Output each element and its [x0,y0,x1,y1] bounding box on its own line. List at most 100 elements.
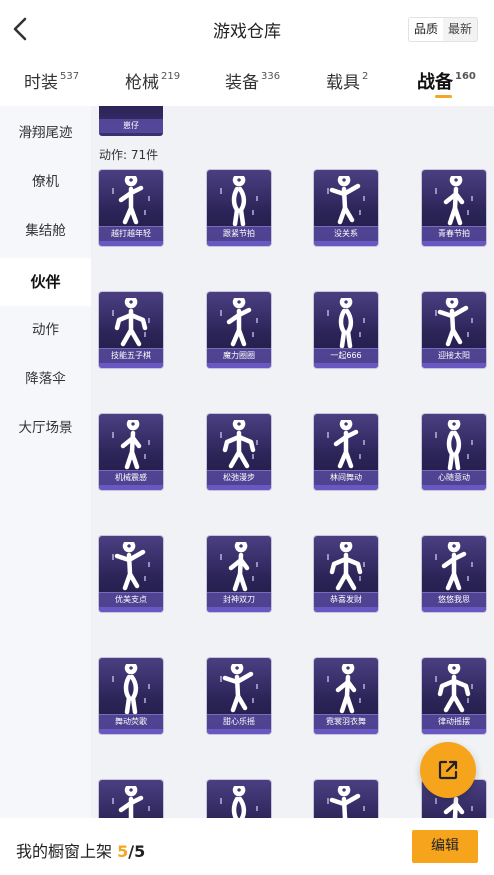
showcase-total: /5 [128,842,146,861]
dancer-figure-icon [435,298,473,347]
emote-card[interactable] [207,780,271,818]
emote-card-label: 甜心乐摇 [223,717,255,726]
dancer-figure-icon [435,420,473,471]
emote-card[interactable] [314,780,378,818]
emote-card[interactable]: 恭喜发财 [314,536,378,612]
emote-card[interactable]: 优美支点 [99,536,163,612]
dancer-figure-icon [220,786,258,818]
emote-card[interactable]: 机械震感 [99,414,163,490]
dancer-figure-icon [327,786,365,818]
emote-card[interactable]: 迎接太阳 [422,292,486,368]
card-quality-strip [422,729,486,734]
dancer-figure-icon [112,786,150,818]
dancer-figure-icon [327,298,365,349]
tab-label: 装备 [225,73,259,93]
tab-label: 时装 [24,73,58,93]
emote-card[interactable]: 霓裳羽衣舞 [314,658,378,734]
emote-card-label: 魔力圈圈 [223,351,255,360]
emote-card[interactable]: 青春节拍 [422,170,486,246]
emote-card-label: 没关系 [334,229,358,238]
dancer-figure-icon [220,664,258,713]
warehouse-screen: 游戏仓库 品质 最新 时装 537 枪械 219 装备 336 载具 2 战备 160 滑… [0,0,494,875]
card-label: 崽仔 [123,121,139,130]
item-grid-area: 崽仔 动作: 71件 越打越年轻 跟紧节拍 没关系 青春节拍技能五子棋 魔力圈圈 一起66… [91,106,494,818]
emote-card[interactable] [99,780,163,818]
tab-equipment[interactable]: 装备 336 [225,68,280,93]
category-tabs: 时装 537 枪械 219 装备 336 载具 2 战备 160 [0,60,494,106]
tab-guns[interactable]: 枪械 219 [125,68,180,93]
emote-card[interactable]: 跟紧节拍 [207,170,271,246]
tab-fashion[interactable]: 时装 537 [24,68,79,93]
header: 游戏仓库 品质 最新 [0,0,494,58]
emote-card-label: 舞动荧歌 [115,717,147,726]
showcase-status: 我的橱窗上架 5/5 [16,838,145,862]
emote-card[interactable]: 心随意动 [422,414,486,490]
emote-card[interactable]: 封神双刀 [207,536,271,612]
sort-latest-option[interactable]: 最新 [443,18,477,41]
emote-card[interactable]: 林间舞动 [314,414,378,490]
sidebar-item-assembly-pod[interactable]: 集结舱 [0,208,91,254]
emote-card[interactable]: 一起666 [314,292,378,368]
card-quality-strip [422,607,486,612]
emote-card-label: 恭喜发财 [330,595,362,604]
sidebar-item-wingman[interactable]: 僚机 [0,159,91,205]
dancer-figure-icon [327,420,365,469]
dancer-figure-icon [220,176,258,227]
emote-card-label: 迎接太阳 [438,351,470,360]
tab-count: 336 [261,71,281,82]
tab-battle-prep[interactable]: 战备 160 [417,68,476,94]
showcase-label: 我的橱窗上架 [16,842,113,861]
emote-card[interactable]: 悠悠我思 [422,536,486,612]
emote-card[interactable]: 松弛漫步 [207,414,271,490]
tab-count: 160 [455,71,476,82]
emote-card-label: 律动摇摆 [438,717,470,726]
dancer-figure-icon [112,542,150,591]
sidebar-item-lobby-scene[interactable]: 大厅场景 [0,405,91,451]
active-tab-indicator [435,95,452,98]
card-quality-strip [99,241,163,246]
bottom-bar: 我的橱窗上架 5/5 编辑 [0,818,494,875]
emote-card[interactable]: 没关系 [314,170,378,246]
dancer-figure-icon [112,298,150,347]
sidebar-item-parachute[interactable]: 降落伞 [0,356,91,402]
tab-vehicles[interactable]: 载具 2 [326,68,368,93]
emote-card-label: 青春节拍 [438,229,470,238]
emote-card-label: 霓裳羽衣舞 [326,717,366,726]
sort-quality-option[interactable]: 品质 [408,18,443,41]
sidebar-item-companion[interactable]: 伙伴 [0,258,91,306]
card-quality-strip [99,485,163,490]
card-quality-strip [207,607,271,612]
sidebar-item-emote[interactable]: 动作 [0,307,91,353]
sidebar-item-glide-trail[interactable]: 滑翔尾迹 [0,110,91,156]
section-count-label: 动作: 71件 [99,148,159,162]
emote-card-label: 机械震感 [115,473,147,482]
companion-card[interactable]: 崽仔 [99,106,163,136]
emote-card-label: 林间舞动 [330,473,362,482]
dancer-figure-icon [112,664,150,715]
emote-card[interactable]: 律动摇摆 [422,658,486,734]
emote-card[interactable]: 舞动荧歌 [99,658,163,734]
share-button[interactable] [420,742,476,798]
emote-card-label: 技能五子棋 [111,351,151,360]
emote-card[interactable]: 越打越年轻 [99,170,163,246]
dancer-figure-icon [220,542,258,592]
emote-card-label: 优美支点 [115,595,147,604]
dancer-figure-icon [112,176,150,225]
emote-card[interactable]: 魔力圈圈 [207,292,271,368]
edit-button[interactable]: 编辑 [412,830,478,863]
card-quality-strip [422,363,486,368]
dancer-figure-icon [435,176,473,226]
emote-card-label: 越打越年轻 [111,229,151,238]
card-quality-strip [99,729,163,734]
card-quality-strip [422,485,486,490]
dancer-figure-icon [435,664,473,713]
emote-card-label: 一起666 [330,351,362,360]
emote-card-label: 心随意动 [438,473,470,482]
sidebar: 滑翔尾迹 僚机 集结舱 伙伴 动作 降落伞 大厅场景 [0,106,91,818]
emote-card[interactable]: 技能五子棋 [99,292,163,368]
tab-count: 219 [161,71,181,82]
emote-card-label: 跟紧节拍 [223,229,255,238]
emote-card-label: 封神双刀 [223,595,255,604]
emote-card-label: 松弛漫步 [223,473,255,482]
emote-card[interactable]: 甜心乐摇 [207,658,271,734]
